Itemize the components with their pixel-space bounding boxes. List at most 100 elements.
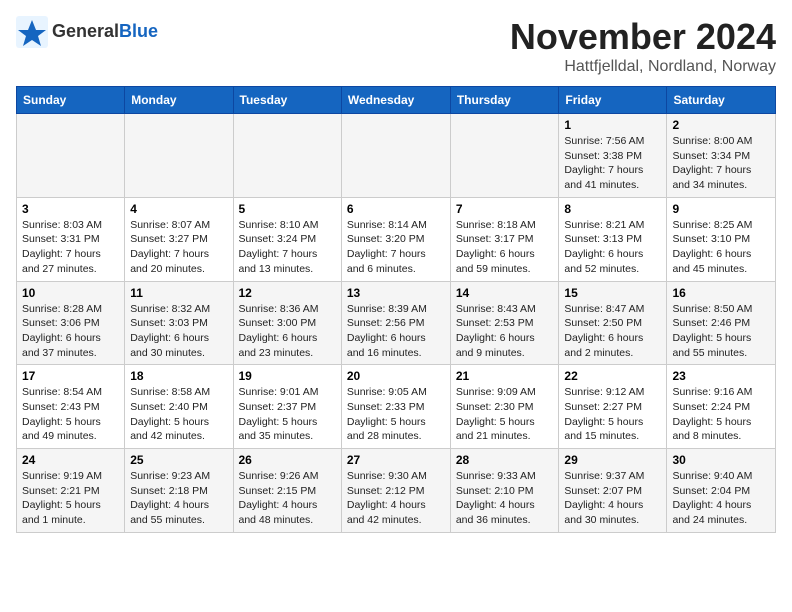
day-number: 19 <box>239 369 336 383</box>
day-cell: 4 Sunrise: 8:07 AM Sunset: 3:27 PM Daylig… <box>125 197 233 281</box>
day-number: 7 <box>456 202 554 216</box>
day-number: 22 <box>564 369 661 383</box>
day-cell: 9 Sunrise: 8:25 AM Sunset: 3:10 PM Daylig… <box>667 197 776 281</box>
day-cell: 13 Sunrise: 8:39 AM Sunset: 2:56 PM Dayli… <box>341 281 450 365</box>
day-cell: 20 Sunrise: 9:05 AM Sunset: 2:33 PM Dayli… <box>341 365 450 449</box>
day-cell: 15 Sunrise: 8:47 AM Sunset: 2:50 PM Dayli… <box>559 281 667 365</box>
day-info: Sunrise: 8:47 AM Sunset: 2:50 PM Dayligh… <box>564 302 661 361</box>
day-info: Sunrise: 8:28 AM Sunset: 3:06 PM Dayligh… <box>22 302 119 361</box>
week-row-2: 3 Sunrise: 8:03 AM Sunset: 3:31 PM Daylig… <box>17 197 776 281</box>
day-info: Sunrise: 9:23 AM Sunset: 2:18 PM Dayligh… <box>130 469 227 528</box>
day-cell: 30Sunrise: 9:40 AM Sunset: 2:04 PM Dayli… <box>667 449 776 533</box>
day-cell: 3 Sunrise: 8:03 AM Sunset: 3:31 PM Daylig… <box>17 197 125 281</box>
week-row-5: 24 Sunrise: 9:19 AM Sunset: 2:21 PM Dayli… <box>17 449 776 533</box>
weekday-header-tuesday: Tuesday <box>233 87 341 114</box>
day-number: 12 <box>239 286 336 300</box>
day-cell <box>341 114 450 198</box>
weekday-header-thursday: Thursday <box>450 87 559 114</box>
day-number: 23 <box>672 369 770 383</box>
day-info: Sunrise: 8:18 AM Sunset: 3:17 PM Dayligh… <box>456 218 554 277</box>
day-number: 13 <box>347 286 445 300</box>
week-row-1: 1 Sunrise: 7:56 AM Sunset: 3:38 PM Daylig… <box>17 114 776 198</box>
day-number: 18 <box>130 369 227 383</box>
day-cell: 14Sunrise: 8:43 AM Sunset: 2:53 PM Dayli… <box>450 281 559 365</box>
day-info: Sunrise: 9:05 AM Sunset: 2:33 PM Dayligh… <box>347 385 445 444</box>
day-cell: 1 Sunrise: 7:56 AM Sunset: 3:38 PM Daylig… <box>559 114 667 198</box>
logo-blue: Blue <box>119 21 158 41</box>
location-title: Hattfjelldal, Nordland, Norway <box>510 58 776 76</box>
day-info: Sunrise: 8:32 AM Sunset: 3:03 PM Dayligh… <box>130 302 227 361</box>
day-number: 8 <box>564 202 661 216</box>
day-info: Sunrise: 9:12 AM Sunset: 2:27 PM Dayligh… <box>564 385 661 444</box>
day-cell <box>125 114 233 198</box>
day-info: Sunrise: 9:16 AM Sunset: 2:24 PM Dayligh… <box>672 385 770 444</box>
title-area: November 2024 Hattfjelldal, Nordland, No… <box>510 16 776 76</box>
day-cell: 8Sunrise: 8:21 AM Sunset: 3:13 PM Daylig… <box>559 197 667 281</box>
day-cell: 12 Sunrise: 8:36 AM Sunset: 3:00 PM Dayli… <box>233 281 341 365</box>
day-cell: 27 Sunrise: 9:30 AM Sunset: 2:12 PM Dayli… <box>341 449 450 533</box>
day-cell: 19 Sunrise: 9:01 AM Sunset: 2:37 PM Dayli… <box>233 365 341 449</box>
day-cell: 5 Sunrise: 8:10 AM Sunset: 3:24 PM Daylig… <box>233 197 341 281</box>
day-info: Sunrise: 9:09 AM Sunset: 2:30 PM Dayligh… <box>456 385 554 444</box>
day-number: 27 <box>347 453 445 467</box>
day-cell: 11Sunrise: 8:32 AM Sunset: 3:03 PM Dayli… <box>125 281 233 365</box>
day-info: Sunrise: 8:25 AM Sunset: 3:10 PM Dayligh… <box>672 218 770 277</box>
day-cell: 16 Sunrise: 8:50 AM Sunset: 2:46 PM Dayli… <box>667 281 776 365</box>
day-number: 20 <box>347 369 445 383</box>
day-info: Sunrise: 8:10 AM Sunset: 3:24 PM Dayligh… <box>239 218 336 277</box>
weekday-header-row: SundayMondayTuesdayWednesdayThursdayFrid… <box>17 87 776 114</box>
day-cell <box>17 114 125 198</box>
day-number: 21 <box>456 369 554 383</box>
day-number: 28 <box>456 453 554 467</box>
day-number: 9 <box>672 202 770 216</box>
week-row-4: 17Sunrise: 8:54 AM Sunset: 2:43 PM Dayli… <box>17 365 776 449</box>
day-number: 3 <box>22 202 119 216</box>
month-title: November 2024 <box>510 16 776 58</box>
day-number: 1 <box>564 118 661 132</box>
day-cell <box>233 114 341 198</box>
day-cell: 25 Sunrise: 9:23 AM Sunset: 2:18 PM Dayli… <box>125 449 233 533</box>
day-info: Sunrise: 9:19 AM Sunset: 2:21 PM Dayligh… <box>22 469 119 528</box>
day-info: Sunrise: 8:50 AM Sunset: 2:46 PM Dayligh… <box>672 302 770 361</box>
day-info: Sunrise: 8:14 AM Sunset: 3:20 PM Dayligh… <box>347 218 445 277</box>
weekday-header-friday: Friday <box>559 87 667 114</box>
day-number: 6 <box>347 202 445 216</box>
day-number: 15 <box>564 286 661 300</box>
day-cell: 6 Sunrise: 8:14 AM Sunset: 3:20 PM Daylig… <box>341 197 450 281</box>
day-cell: 22 Sunrise: 9:12 AM Sunset: 2:27 PM Dayli… <box>559 365 667 449</box>
day-cell: 10 Sunrise: 8:28 AM Sunset: 3:06 PM Dayli… <box>17 281 125 365</box>
day-cell: 29 Sunrise: 9:37 AM Sunset: 2:07 PM Dayli… <box>559 449 667 533</box>
day-cell <box>450 114 559 198</box>
day-cell: 21 Sunrise: 9:09 AM Sunset: 2:30 PM Dayli… <box>450 365 559 449</box>
weekday-header-saturday: Saturday <box>667 87 776 114</box>
logo-text: GeneralBlue <box>52 22 158 42</box>
week-row-3: 10 Sunrise: 8:28 AM Sunset: 3:06 PM Dayli… <box>17 281 776 365</box>
day-info: Sunrise: 8:58 AM Sunset: 2:40 PM Dayligh… <box>130 385 227 444</box>
logo: GeneralBlue <box>16 16 158 48</box>
day-info: Sunrise: 8:00 AM Sunset: 3:34 PM Dayligh… <box>672 134 770 193</box>
day-info: Sunrise: 9:37 AM Sunset: 2:07 PM Dayligh… <box>564 469 661 528</box>
day-number: 24 <box>22 453 119 467</box>
day-info: Sunrise: 8:43 AM Sunset: 2:53 PM Dayligh… <box>456 302 554 361</box>
day-number: 10 <box>22 286 119 300</box>
day-cell: 17Sunrise: 8:54 AM Sunset: 2:43 PM Dayli… <box>17 365 125 449</box>
day-cell: 23 Sunrise: 9:16 AM Sunset: 2:24 PM Dayli… <box>667 365 776 449</box>
day-info: Sunrise: 8:54 AM Sunset: 2:43 PM Dayligh… <box>22 385 119 444</box>
day-number: 16 <box>672 286 770 300</box>
day-cell: 18 Sunrise: 8:58 AM Sunset: 2:40 PM Dayli… <box>125 365 233 449</box>
day-number: 25 <box>130 453 227 467</box>
day-info: Sunrise: 8:03 AM Sunset: 3:31 PM Dayligh… <box>22 218 119 277</box>
weekday-header-sunday: Sunday <box>17 87 125 114</box>
day-number: 29 <box>564 453 661 467</box>
day-info: Sunrise: 8:36 AM Sunset: 3:00 PM Dayligh… <box>239 302 336 361</box>
day-info: Sunrise: 8:07 AM Sunset: 3:27 PM Dayligh… <box>130 218 227 277</box>
day-info: Sunrise: 9:30 AM Sunset: 2:12 PM Dayligh… <box>347 469 445 528</box>
day-info: Sunrise: 9:01 AM Sunset: 2:37 PM Dayligh… <box>239 385 336 444</box>
day-number: 4 <box>130 202 227 216</box>
day-info: Sunrise: 9:26 AM Sunset: 2:15 PM Dayligh… <box>239 469 336 528</box>
day-info: Sunrise: 7:56 AM Sunset: 3:38 PM Dayligh… <box>564 134 661 193</box>
day-info: Sunrise: 8:39 AM Sunset: 2:56 PM Dayligh… <box>347 302 445 361</box>
day-cell: 26Sunrise: 9:26 AM Sunset: 2:15 PM Dayli… <box>233 449 341 533</box>
logo-icon <box>16 16 48 48</box>
day-number: 5 <box>239 202 336 216</box>
